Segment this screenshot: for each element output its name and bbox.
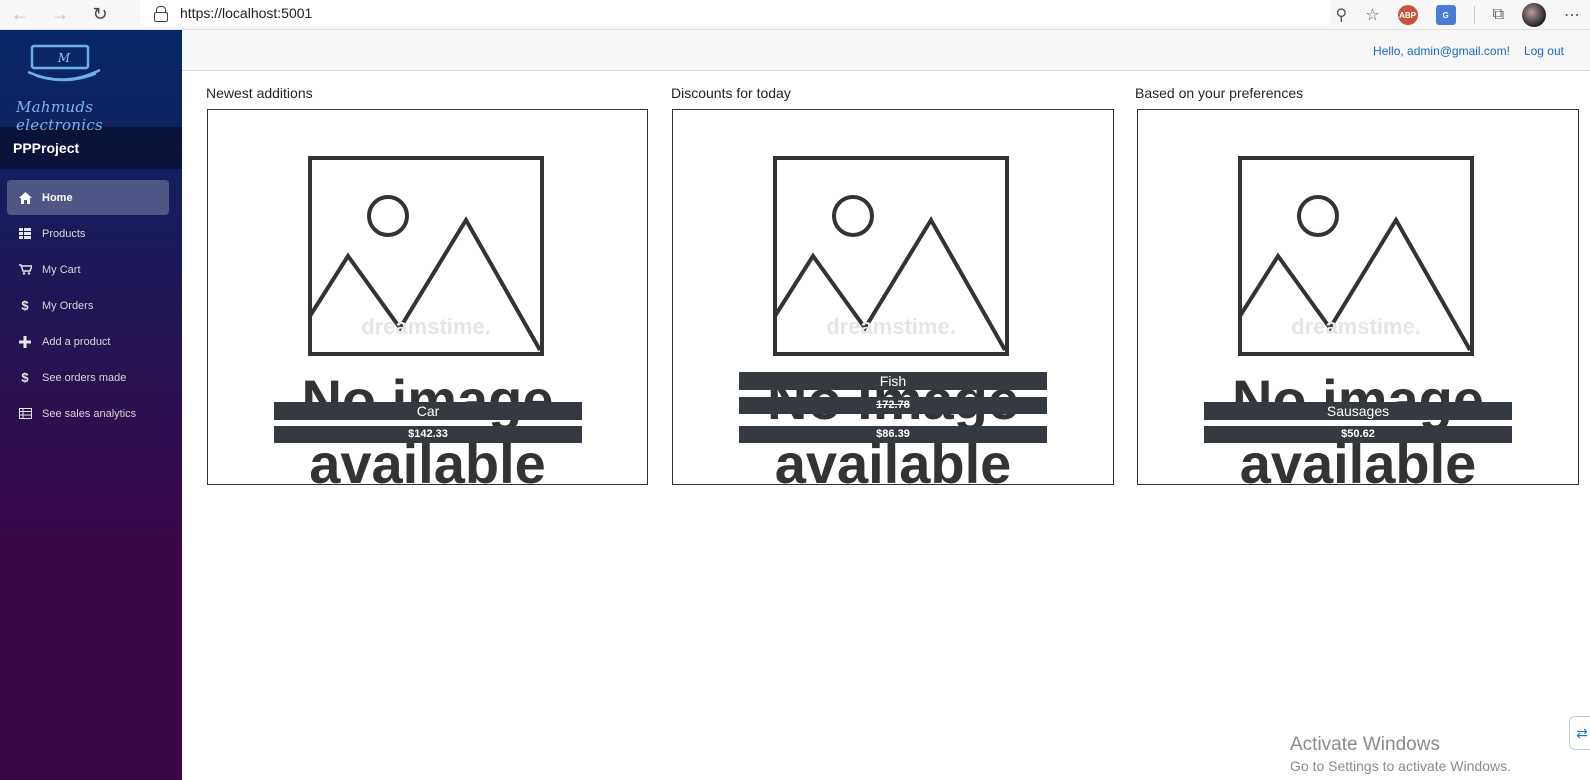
sidebar-item-label: Products	[42, 227, 86, 240]
google-translate-icon[interactable]: G	[1435, 5, 1456, 25]
product-card-car[interactable]: dreamstime. No image available Car $142.…	[207, 109, 648, 485]
sidebar-item-label: See orders made	[42, 371, 127, 384]
top-row: Hello, admin@gmail.com! Log out	[182, 30, 1590, 71]
image-placeholder-icon: dreamstime.	[308, 156, 544, 356]
product-card-sausages[interactable]: dreamstime. No image available Sausages …	[1137, 109, 1579, 485]
back-arrow-icon[interactable]: ←	[0, 0, 40, 30]
refresh-icon[interactable]: ↻	[80, 0, 120, 30]
dollar-icon: $	[21, 298, 29, 313]
svg-text:M: M	[57, 51, 71, 65]
teamviewer-icon[interactable]: ⇄	[1569, 716, 1590, 750]
collections-icon[interactable]: ⧉	[1493, 6, 1504, 24]
section-title-preferences: Based on your preferences	[1135, 85, 1304, 101]
product-name[interactable]: Car	[274, 402, 582, 420]
dollar-icon: $	[21, 370, 29, 385]
url-text[interactable]: https://localhost:5001	[180, 5, 312, 21]
sidebar-item-label: Home	[42, 191, 73, 204]
product-name[interactable]: Sausages	[1204, 402, 1512, 420]
favorites-star-icon[interactable]: ☆	[1365, 5, 1379, 25]
sidebar-item-my-cart[interactable]: My Cart	[7, 252, 169, 287]
sidebar-item-products[interactable]: Products	[7, 216, 169, 251]
zoom-out-icon[interactable]: ⚲	[1336, 5, 1348, 25]
product-name[interactable]: Fish	[739, 372, 1047, 390]
lock-icon	[154, 6, 168, 22]
cart-icon	[18, 263, 32, 277]
sidebar-item-label: See sales analytics	[42, 407, 137, 420]
manage-account-link[interactable]: Hello, admin@gmail.com!	[1373, 44, 1510, 58]
sidebar-nav: Home Products My Cart $ My Orders Add a …	[0, 169, 182, 431]
product-price: $50.62	[1204, 426, 1512, 443]
no-image-text: No image	[1231, 368, 1485, 431]
list-icon	[18, 227, 32, 241]
section-title-discounts: Discounts for today	[671, 85, 791, 101]
product-price: $86.39	[739, 426, 1047, 443]
plus-icon	[18, 335, 32, 349]
sidebar-item-label: My Cart	[42, 263, 81, 276]
logo-mark-icon: M	[27, 44, 101, 82]
product-card-fish[interactable]: dreamstime. No image available Fish 172.…	[672, 109, 1114, 485]
sidebar-item-add-product[interactable]: Add a product	[7, 324, 169, 359]
toolbar-separator	[1473, 6, 1475, 24]
sidebar-item-label: Add a product	[42, 335, 111, 348]
svg-text:dreamstime.: dreamstime.	[1291, 314, 1421, 339]
more-menu-icon[interactable]: ⋯	[1564, 5, 1580, 25]
sidebar-item-sales-analytics[interactable]: See sales analytics	[7, 396, 169, 431]
logout-link[interactable]: Log out	[1524, 44, 1564, 58]
no-image-text: No image	[301, 368, 554, 431]
windows-activation-watermark: Activate Windows Go to Settings to activ…	[1290, 734, 1511, 774]
logo-text: Mahmuds electronics	[16, 98, 104, 134]
product-price: $142.33	[274, 426, 582, 443]
svg-text:dreamstime.: dreamstime.	[361, 314, 491, 339]
sidebar-item-home[interactable]: Home	[7, 180, 169, 215]
activate-subtitle: Go to Settings to activate Windows.	[1290, 758, 1511, 774]
home-icon	[18, 191, 32, 205]
table-icon	[18, 407, 32, 421]
adblock-plus-icon[interactable]: ABP	[1397, 5, 1418, 25]
svg-text:dreamstime.: dreamstime.	[826, 314, 956, 339]
logo[interactable]: M Mahmuds electronics	[0, 30, 182, 134]
browser-toolbar: ← → ↻ https://localhost:5001 ⚲ ☆ ABP G ⧉…	[0, 0, 1590, 30]
account-links: Hello, admin@gmail.com! Log out	[1373, 44, 1564, 58]
sidebar-item-my-orders[interactable]: $ My Orders	[7, 288, 169, 323]
profile-avatar[interactable]	[1522, 3, 1546, 27]
product-old-price: 172.78	[739, 397, 1047, 414]
section-title-newest: Newest additions	[206, 85, 313, 101]
sidebar-item-label: My Orders	[42, 299, 94, 312]
sidebar-item-see-orders-made[interactable]: $ See orders made	[7, 360, 169, 395]
forward-arrow-icon[interactable]: →	[40, 0, 80, 30]
address-bar[interactable]: https://localhost:5001	[140, 0, 1330, 26]
sidebar: M Mahmuds electronics PPProject Home Pro…	[0, 30, 182, 780]
activate-title: Activate Windows	[1290, 734, 1440, 755]
image-placeholder-icon: dreamstime.	[773, 156, 1009, 356]
image-placeholder-icon: dreamstime.	[1238, 156, 1474, 356]
browser-extensions: ⚲ ☆ ABP G ⧉ ⋯	[1336, 0, 1580, 30]
